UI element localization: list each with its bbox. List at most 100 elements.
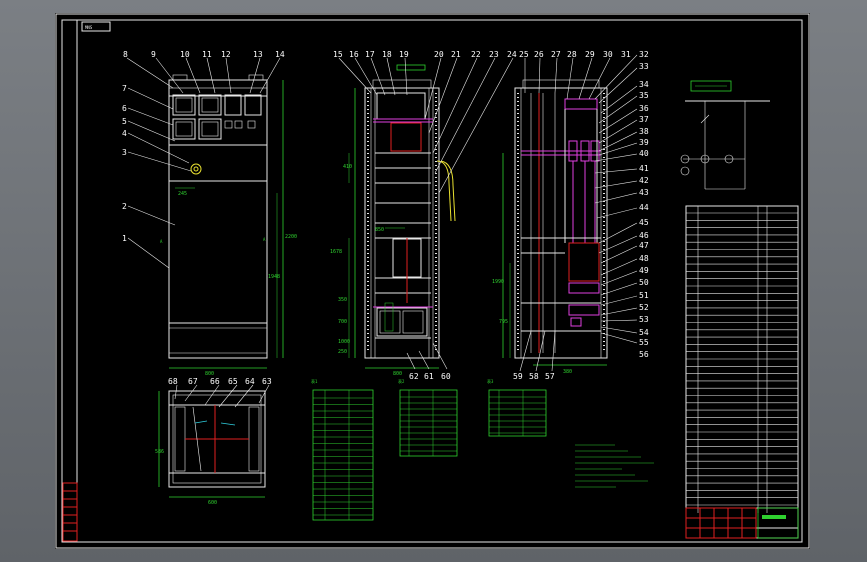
dim-side-mid: 1678 [330, 249, 342, 255]
svg-text:30: 30 [603, 50, 613, 59]
svg-text:64: 64 [245, 377, 255, 386]
svg-text:60: 60 [441, 372, 451, 381]
circuit-schematic [680, 80, 770, 190]
svg-text:A: A [160, 239, 163, 244]
svg-text:25: 25 [519, 50, 529, 59]
dim-side-width: 800 [393, 371, 402, 377]
svg-text:38: 38 [639, 127, 649, 136]
margin-blocks [62, 482, 78, 542]
technical-notes [575, 444, 654, 488]
svg-text:表1: 表1 [311, 378, 318, 384]
cad-viewport[interactable]: MNS A A 800 2200 1948 245 8 9 10 11 12 1… [0, 0, 867, 562]
svg-text:42: 42 [639, 176, 649, 185]
dim-front-inner: 1948 [268, 274, 280, 280]
svg-text:39: 39 [639, 138, 649, 147]
dim-side-e: 250 [338, 349, 347, 355]
svg-text:16: 16 [349, 50, 359, 59]
dim-front-handle: 245 [178, 191, 187, 197]
svg-text:27: 27 [551, 50, 561, 59]
title-block [685, 507, 799, 539]
svg-text:6: 6 [122, 104, 127, 113]
svg-text:8: 8 [123, 50, 128, 59]
svg-text:10: 10 [180, 50, 190, 59]
svg-text:5: 5 [122, 117, 127, 126]
svg-text:11: 11 [202, 50, 212, 59]
svg-text:59: 59 [513, 372, 523, 381]
svg-text:A: A [263, 237, 266, 242]
side-view: 410 1678 350 700 1000 850 250 800 [330, 57, 514, 377]
svg-text:40: 40 [639, 149, 649, 158]
dim-front-height: 2200 [285, 234, 297, 240]
table-3: 表3 [487, 378, 547, 437]
svg-text:68: 68 [168, 377, 178, 386]
svg-text:48: 48 [639, 254, 649, 263]
svg-text:20: 20 [434, 50, 444, 59]
svg-text:3: 3 [122, 148, 127, 157]
dim-side-d: 850 [375, 227, 384, 233]
svg-text:18: 18 [382, 50, 392, 59]
svg-text:17: 17 [365, 50, 375, 59]
svg-text:15: 15 [333, 50, 343, 59]
svg-text:19: 19 [399, 50, 409, 59]
frame-tag: MNS [85, 25, 93, 30]
svg-text:67: 67 [188, 377, 198, 386]
front-cabinet-outline [168, 79, 268, 359]
rear-view: 1990 795 380 [492, 54, 638, 375]
bill-of-materials [685, 205, 799, 529]
svg-text:33: 33 [639, 62, 649, 71]
table-2: 表2 [398, 378, 458, 457]
cad-drawing: MNS A A 800 2200 1948 245 8 9 10 11 12 1… [55, 13, 810, 549]
dim-plan-width: 600 [208, 500, 217, 506]
svg-text:34: 34 [639, 80, 649, 89]
svg-text:66: 66 [210, 377, 220, 386]
svg-text:35: 35 [639, 91, 649, 100]
svg-text:61: 61 [424, 372, 434, 381]
dim-side-top: 410 [343, 164, 352, 170]
svg-text:55: 55 [639, 338, 649, 347]
svg-text:7: 7 [122, 84, 127, 93]
svg-text:50: 50 [639, 278, 649, 287]
svg-text:53: 53 [639, 315, 649, 324]
svg-text:56: 56 [639, 350, 649, 359]
svg-text:24: 24 [507, 50, 517, 59]
svg-text:表2: 表2 [398, 378, 405, 384]
svg-text:52: 52 [639, 303, 649, 312]
svg-text:62: 62 [409, 372, 419, 381]
svg-text:23: 23 [489, 50, 499, 59]
svg-text:9: 9 [151, 50, 156, 59]
dim-side-c: 1000 [338, 339, 350, 345]
svg-text:65: 65 [228, 377, 238, 386]
front-callouts: 8 9 10 11 12 13 14 7 6 5 4 3 2 1 [122, 50, 285, 243]
svg-text:29: 29 [585, 50, 595, 59]
svg-text:43: 43 [639, 188, 649, 197]
plan-view: 586 600 [155, 384, 270, 506]
svg-text:37: 37 [639, 115, 649, 124]
front-view: A A 800 2200 1948 245 [126, 57, 297, 377]
svg-text:46: 46 [639, 231, 649, 240]
svg-text:58: 58 [529, 372, 539, 381]
svg-text:44: 44 [639, 203, 649, 212]
svg-text:47: 47 [639, 241, 649, 250]
dim-rear-bottom: 380 [563, 369, 572, 375]
dim-rear-h: 795 [499, 319, 508, 325]
svg-text:54: 54 [639, 328, 649, 337]
svg-text:49: 49 [639, 266, 649, 275]
svg-text:31: 31 [621, 50, 631, 59]
svg-text:51: 51 [639, 291, 649, 300]
svg-text:12: 12 [221, 50, 231, 59]
svg-text:22: 22 [471, 50, 481, 59]
svg-text:4: 4 [122, 129, 127, 138]
dim-side-b: 700 [338, 319, 347, 325]
svg-text:36: 36 [639, 104, 649, 113]
dim-plan-depth: 586 [155, 449, 164, 455]
svg-text:41: 41 [639, 164, 649, 173]
svg-text:表3: 表3 [487, 378, 494, 384]
svg-text:26: 26 [534, 50, 544, 59]
dim-side-a: 350 [338, 297, 347, 303]
dim-rear-width: 1990 [492, 279, 504, 285]
svg-text:45: 45 [639, 218, 649, 227]
svg-text:57: 57 [545, 372, 555, 381]
svg-text:28: 28 [567, 50, 577, 59]
table-1: 表1 [311, 378, 374, 521]
drawing-sheet: MNS A A 800 2200 1948 245 8 9 10 11 12 1… [55, 13, 810, 549]
